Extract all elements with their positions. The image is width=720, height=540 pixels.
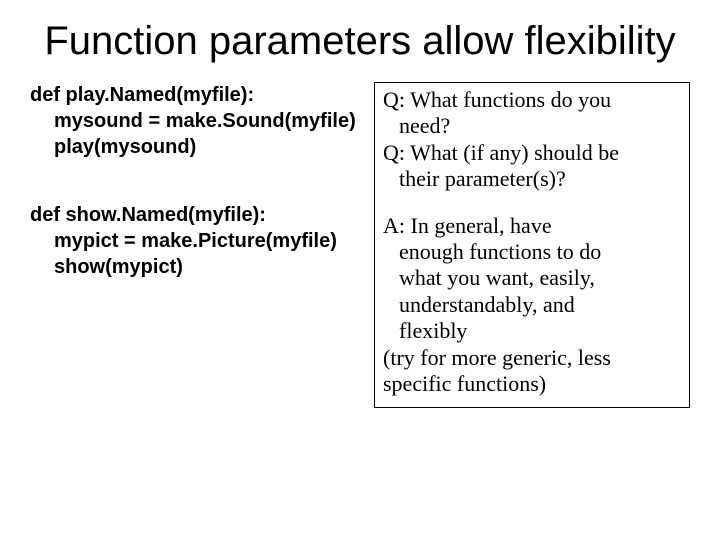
code-line: play(mysound) [30,134,360,160]
slide-body: def play.Named(myfile): mysound = make.S… [30,82,690,408]
qa-box: Q: What functions do you need? Q: What (… [374,82,690,408]
qa-text: (try for more generic, less [383,345,681,371]
qa-text: need? [383,113,681,139]
code-line: mypict = make.Picture(myfile) [30,228,360,254]
code-line: def play.Named(myfile): [30,82,360,108]
qa-text: understandably, and [383,292,681,318]
qa-text: A: In general, have [383,213,681,239]
qa-text: Q: What (if any) should be [383,140,681,166]
code-block-2: def show.Named(myfile): mypict = make.Pi… [30,202,360,280]
code-line: mysound = make.Sound(myfile) [30,108,360,134]
slide-title: Function parameters allow flexibility [30,18,690,64]
code-column: def play.Named(myfile): mysound = make.S… [30,82,360,408]
qa-text: what you want, easily, [383,265,681,291]
code-block-1: def play.Named(myfile): mysound = make.S… [30,82,360,160]
qa-text: specific functions) [383,371,681,397]
slide: Function parameters allow flexibility de… [0,0,720,540]
qa-text: their parameter(s)? [383,166,681,192]
answer-block: A: In general, have enough functions to … [383,213,681,398]
questions-block: Q: What functions do you need? Q: What (… [383,87,681,193]
qa-text: Q: What functions do you [383,87,681,113]
code-line: show(mypict) [30,254,360,280]
qa-text: enough functions to do [383,239,681,265]
code-line: def show.Named(myfile): [30,202,360,228]
qa-text: flexibly [383,318,681,344]
